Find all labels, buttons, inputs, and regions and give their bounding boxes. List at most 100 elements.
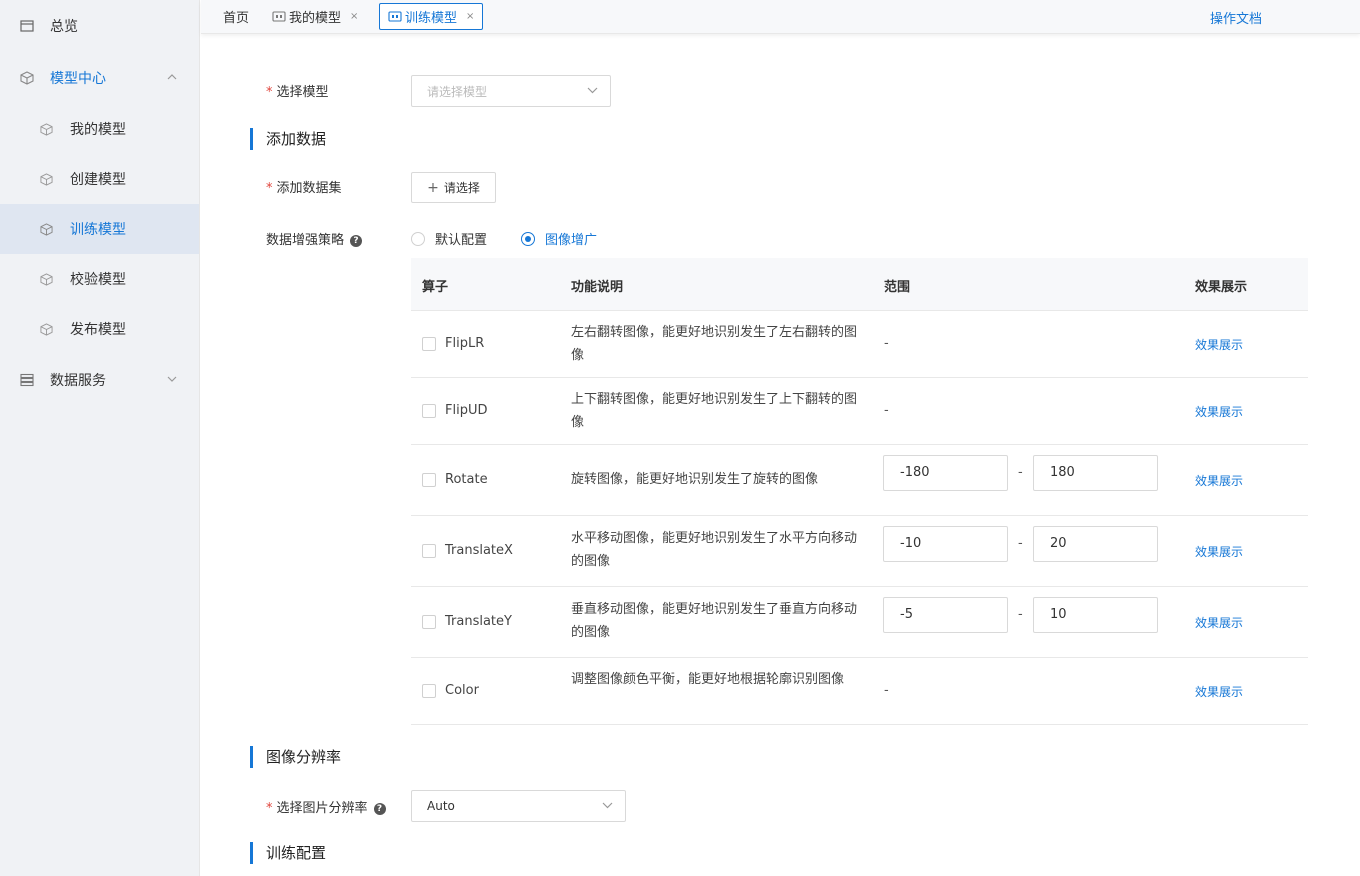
radio-image-augment[interactable]: 图像增广 bbox=[521, 229, 597, 248]
nav-overview-label: 总览 bbox=[50, 19, 78, 35]
help-icon[interactable]: ? bbox=[373, 803, 386, 815]
table-row: TranslateX 水平移动图像，能更好地识别发生了水平方向移动的图像 -10… bbox=[411, 516, 1308, 587]
resolution-dropdown[interactable]: Auto bbox=[411, 790, 626, 822]
nav-data-service-label: 数据服务 bbox=[50, 373, 106, 389]
range-separator: - bbox=[1018, 465, 1023, 480]
range-max-input[interactable]: 20 bbox=[1033, 526, 1158, 562]
database-icon bbox=[20, 373, 34, 387]
radio-default-config[interactable]: 默认配置 bbox=[411, 229, 487, 248]
op-name: Color bbox=[445, 683, 479, 698]
row-checkbox[interactable] bbox=[422, 473, 436, 487]
sidebar-item-label: 我的模型 bbox=[70, 122, 126, 138]
effect-link[interactable]: 效果展示 bbox=[1195, 543, 1243, 560]
help-icon[interactable]: ? bbox=[350, 235, 363, 247]
cube-check-icon bbox=[40, 272, 53, 286]
close-icon[interactable]: × bbox=[350, 11, 358, 22]
op-name: TranslateY bbox=[445, 614, 512, 629]
table-row: FlipUD 上下翻转图像，能更好地识别发生了上下翻转的图像 - 效果展示 bbox=[411, 378, 1308, 445]
effect-link[interactable]: 效果展示 bbox=[1195, 614, 1243, 631]
op-name: Rotate bbox=[445, 472, 488, 487]
sidebar-item-train-model[interactable]: 训练模型 bbox=[0, 204, 199, 254]
main-content: * 选择模型 请选择模型 添加数据 * 添加数据集 + 请选择 数据增强策略? 默认配… bbox=[201, 35, 1360, 876]
op-name: FlipLR bbox=[445, 336, 485, 351]
row-checkbox[interactable] bbox=[422, 404, 436, 418]
row-checkbox[interactable] bbox=[422, 544, 436, 558]
row-checkbox[interactable] bbox=[422, 615, 436, 629]
cube-icon bbox=[40, 222, 53, 236]
effect-link[interactable]: 效果展示 bbox=[1195, 403, 1243, 420]
cube-icon bbox=[20, 71, 34, 85]
sidebar-item-label: 发布模型 bbox=[70, 322, 126, 338]
tab-home[interactable]: 首页 bbox=[223, 3, 249, 30]
range-min-input[interactable]: -10 bbox=[883, 526, 1008, 562]
effect-link[interactable]: 效果展示 bbox=[1195, 472, 1243, 489]
add-dataset-label: * 添加数据集 bbox=[266, 181, 342, 196]
tab-label: 首页 bbox=[223, 11, 250, 26]
row-checkbox[interactable] bbox=[422, 684, 436, 698]
cube-icon bbox=[40, 122, 53, 136]
sidebar-item-my-models[interactable]: 我的模型 bbox=[0, 104, 199, 154]
op-range: - bbox=[884, 336, 889, 351]
nav-overview[interactable]: 总览 bbox=[0, 0, 199, 52]
op-name: FlipUD bbox=[445, 403, 488, 418]
chevron-down-icon bbox=[587, 87, 598, 94]
col-header-desc: 功能说明 bbox=[571, 280, 624, 295]
chevron-down-icon bbox=[602, 802, 613, 809]
range-separator: - bbox=[1018, 607, 1023, 622]
augment-strategy-label: 数据增强策略? bbox=[266, 229, 363, 248]
select-model-label: * 选择模型 bbox=[266, 85, 329, 100]
sidebar-item-create-model[interactable]: 创建模型 bbox=[0, 154, 199, 204]
section-title-resolution: 图像分辨率 bbox=[250, 746, 341, 768]
table-header: 算子 功能说明 范围 效果展示 bbox=[411, 258, 1308, 311]
range-max-input[interactable]: 10 bbox=[1033, 597, 1158, 633]
sidebar: 总览 模型中心 我的模型 创建模型 训练模型 校验模型 发布模型 数据服务 bbox=[0, 0, 200, 876]
docs-link[interactable]: 操作文档 bbox=[1210, 8, 1262, 27]
select-model-dropdown[interactable]: 请选择模型 bbox=[411, 75, 611, 107]
close-icon[interactable]: × bbox=[466, 11, 474, 22]
radio-circle bbox=[411, 231, 425, 246]
table-row: Rotate 旋转图像，能更好地识别发生了旋转的图像 -180 - 180 效果… bbox=[411, 445, 1308, 516]
chevron-down-icon bbox=[167, 376, 177, 382]
plus-icon: + bbox=[427, 179, 439, 196]
op-desc: 上下翻转图像，能更好地识别发生了上下翻转的图像 bbox=[571, 392, 858, 430]
range-min-input[interactable]: -5 bbox=[883, 597, 1008, 633]
sidebar-item-publish-model[interactable]: 发布模型 bbox=[0, 304, 199, 354]
table-row: Color 调整图像颜色平衡，能更好地根据轮廓识别图像 - 效果展示 bbox=[411, 658, 1308, 725]
range-min-input[interactable]: -180 bbox=[883, 455, 1008, 491]
section-title-add-data: 添加数据 bbox=[250, 128, 326, 150]
col-header-op: 算子 bbox=[422, 280, 449, 295]
op-range: - bbox=[884, 683, 889, 698]
resolution-label: * 选择图片分辨率? bbox=[266, 797, 386, 816]
col-header-range: 范围 bbox=[884, 280, 911, 295]
op-desc: 左右翻转图像，能更好地识别发生了左右翻转的图像 bbox=[571, 325, 858, 363]
effect-link[interactable]: 效果展示 bbox=[1195, 336, 1243, 353]
sidebar-item-label: 校验模型 bbox=[70, 272, 126, 288]
tab-my-models[interactable]: 我的模型 × bbox=[272, 3, 358, 30]
op-range: - bbox=[884, 403, 889, 418]
model-tab-icon bbox=[272, 10, 286, 22]
sidebar-item-verify-model[interactable]: 校验模型 bbox=[0, 254, 199, 304]
range-max-input[interactable]: 180 bbox=[1033, 455, 1158, 491]
range-separator: - bbox=[1018, 536, 1023, 551]
overview-icon bbox=[20, 20, 34, 32]
radio-circle bbox=[521, 231, 535, 246]
tab-bar: 首页 我的模型 × 训练模型 × 操作文档 bbox=[201, 0, 1360, 34]
op-desc: 垂直移动图像，能更好地识别发生了垂直方向移动的图像 bbox=[571, 602, 858, 640]
col-header-effect: 效果展示 bbox=[1195, 280, 1248, 295]
tab-label: 训练模型 bbox=[405, 11, 458, 26]
nav-model-center[interactable]: 模型中心 bbox=[0, 52, 199, 104]
row-checkbox[interactable] bbox=[422, 337, 436, 351]
effect-link[interactable]: 效果展示 bbox=[1195, 683, 1243, 700]
cube-publish-icon bbox=[40, 322, 53, 336]
nav-data-service[interactable]: 数据服务 bbox=[0, 354, 199, 406]
op-desc: 旋转图像，能更好地识别发生了旋转的图像 bbox=[571, 472, 819, 487]
add-dataset-button[interactable]: + 请选择 bbox=[411, 172, 496, 203]
op-name: TranslateX bbox=[445, 543, 513, 558]
op-desc: 调整图像颜色平衡，能更好地根据轮廓识别图像 bbox=[571, 672, 845, 687]
cube-add-icon bbox=[40, 172, 53, 186]
sidebar-item-label: 创建模型 bbox=[70, 172, 126, 188]
model-tab-icon bbox=[388, 10, 402, 22]
tab-train-model[interactable]: 训练模型 × bbox=[379, 3, 484, 30]
table-row: FlipLR 左右翻转图像，能更好地识别发生了左右翻转的图像 - 效果展示 bbox=[411, 311, 1308, 378]
table-row: TranslateY 垂直移动图像，能更好地识别发生了垂直方向移动的图像 -5 … bbox=[411, 587, 1308, 658]
